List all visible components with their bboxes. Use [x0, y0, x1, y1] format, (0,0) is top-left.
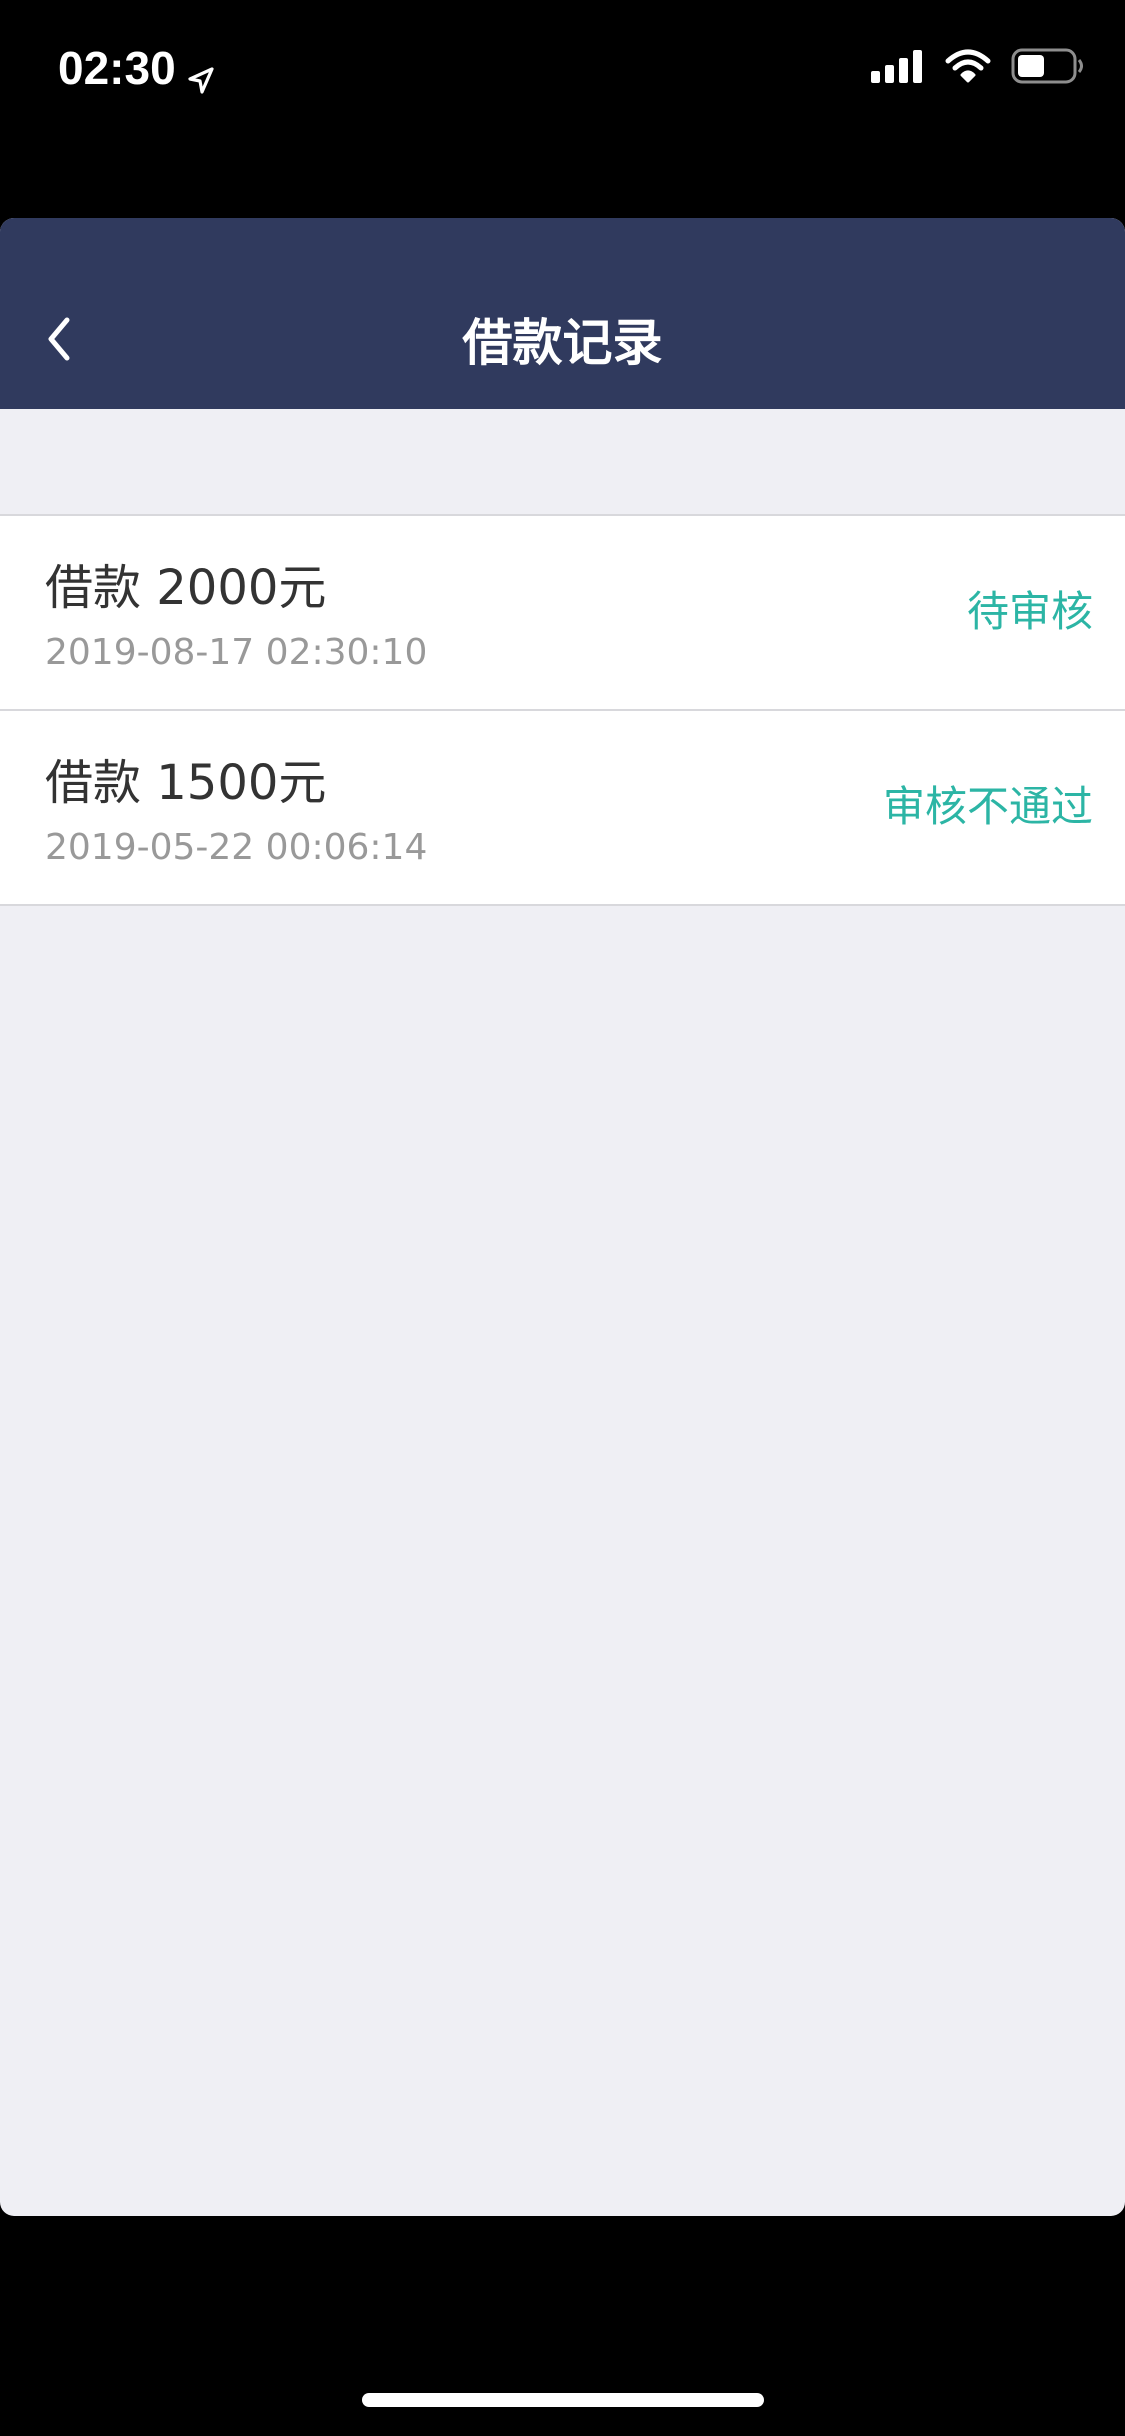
status-time: 02:30 — [58, 40, 216, 96]
loan-record-title: 借款 1500元 — [45, 755, 327, 811]
loan-record-item[interactable]: 借款 2000元 2019-08-17 02:30:10 待审核 — [0, 516, 1125, 711]
location-arrow-icon — [186, 53, 216, 94]
loan-record-status: 审核不通过 — [882, 782, 1093, 831]
loan-record-time: 2019-08-17 02:30:10 — [45, 632, 428, 673]
status-icons — [871, 46, 1085, 90]
loan-record-status: 待审核 — [966, 587, 1093, 636]
loan-record-title: 借款 2000元 — [45, 560, 327, 616]
nav-bar: 借款记录 — [0, 218, 1125, 409]
app-screen: 借款记录 借款 2000元 2019-08-17 02:30:10 待审核 借款… — [0, 218, 1125, 2216]
page-title: 借款记录 — [462, 314, 663, 372]
loan-record-time: 2019-05-22 00:06:14 — [45, 827, 428, 868]
loan-record-item[interactable]: 借款 1500元 2019-05-22 00:06:14 审核不通过 — [0, 711, 1125, 906]
status-time-text: 02:30 — [58, 42, 176, 94]
loan-record-list: 借款 2000元 2019-08-17 02:30:10 待审核 借款 1500… — [0, 514, 1125, 906]
wifi-icon — [945, 49, 991, 87]
home-indicator[interactable] — [362, 2393, 764, 2407]
battery-icon — [1011, 48, 1085, 88]
cellular-signal-icon — [871, 49, 925, 87]
status-bar: 02:30 — [0, 0, 1125, 140]
